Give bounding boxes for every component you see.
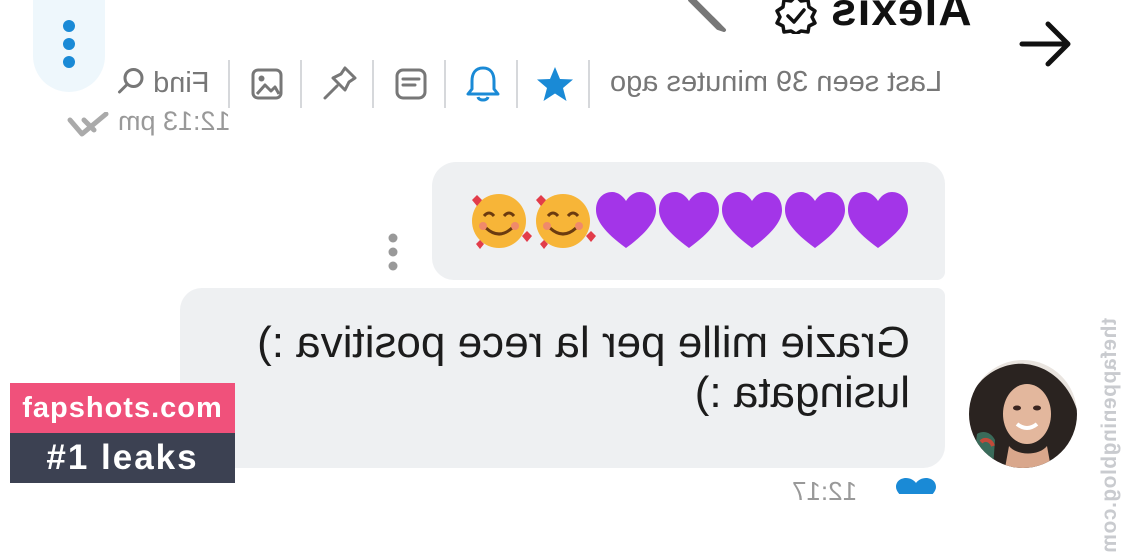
more-dot [63,56,75,68]
message-text: Grazie mille per la rece positiva :) lus… [257,318,910,417]
toolbar-divider [516,60,518,108]
message-time: 12:17 [792,476,858,506]
toolbar-divider [444,60,446,108]
avatar[interactable] [969,360,1077,468]
verified-badge-icon [775,0,817,34]
read-receipt-icon [67,112,109,137]
find-button[interactable]: Find [115,66,209,100]
more-dot [63,20,75,32]
star-icon[interactable] [535,64,575,104]
search-icon [117,68,143,94]
message-options-icon[interactable] [386,232,400,272]
find-label: Find [153,67,210,99]
toolbar-divider [300,60,302,108]
edit-pencil-icon[interactable] [684,0,732,34]
smiling-face-with-hearts-emoji [472,194,532,249]
side-watermark: thefappeningblog.com [1098,318,1121,553]
bell-icon[interactable] [463,64,503,104]
emoji-message: 🥰🥰💜💜💜💜💜 [466,186,916,254]
contact-name: Alexis [830,0,972,35]
last-seen-status: Last seen 39 minutes ago [610,66,943,98]
toolbar-divider [372,60,374,108]
back-arrow-icon[interactable] [1018,18,1074,70]
smiling-face-with-hearts-emoji [536,194,596,249]
watermark-tagline: #1 leaks [10,433,235,483]
toolbar-divider [228,60,230,108]
notes-icon[interactable] [391,64,431,104]
emoji-hearts [472,192,908,249]
previous-message-time: 12:13 pm [118,106,231,136]
more-options-button[interactable] [33,0,105,92]
more-dot [63,38,75,50]
watermark-site: fapshots.com [10,383,235,433]
pin-icon[interactable] [319,64,359,104]
avatar-photo [969,360,1077,468]
reaction-heart-icon [896,478,936,494]
toolbar-divider [588,60,590,108]
image-icon[interactable] [247,64,287,104]
